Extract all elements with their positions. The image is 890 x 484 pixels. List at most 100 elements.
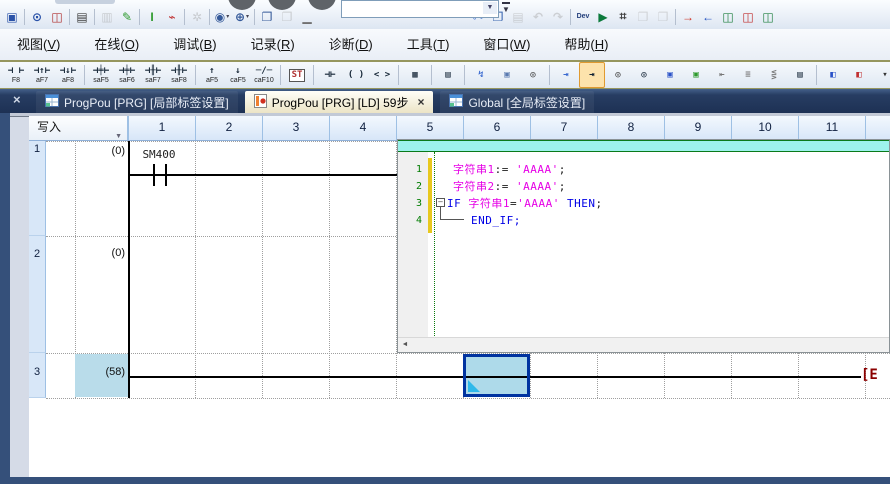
dropdown-arrow-icon[interactable]: ▾ [246,13,249,20]
column-header-11: 11 [798,116,865,140]
wrap-display-button[interactable]: ⇥ [553,62,579,88]
st-horizontal-scrollbar[interactable]: ◄ [398,337,889,352]
tab-global-labels[interactable]: Global [全局标签设置] [440,91,594,113]
quick-access-button[interactable]: ↯ [468,62,494,88]
pull-right-button[interactable]: ⇤ [709,62,735,88]
st-code-line[interactable]: 字符串2:= 'AAAA'; [453,178,566,195]
menu-item-t[interactable]: 工具(T) [390,29,467,60]
diff-device-icon[interactable]: ◫ [738,7,758,26]
window-zoom-icon[interactable]: ❐ [257,7,277,26]
read-from-plc-icon[interactable]: ← [698,7,718,26]
gx-works-window: ▣⊙◫▤▥✎I⌁✲◉▾⊕▾❐❐▁ ▼ ▼ ✂❐▤↶↷Dev▶⌗❐❐→←◫◫◫ 视… [0,0,890,484]
find-hex-icon[interactable]: ⌗ [613,7,633,26]
dropdown-arrow-icon[interactable]: ▾ [226,13,229,20]
rung-number[interactable]: 3 [29,353,46,398]
menu-item-d[interactable]: 诊断(D) [312,29,390,60]
rung-number[interactable]: 2 [29,236,46,353]
monitor-eye-icon[interactable]: ◉▾ [212,7,232,26]
wrap-display-edit-button[interactable]: ⇥ [579,62,605,88]
inline-st-editor[interactable]: 1字符串1:= 'AAAA';2字符串2:= 'AAAA';3–IF 字符串1=… [397,139,890,353]
program-convert-all-button[interactable]: ◧ [846,62,872,88]
clipped-icon-fragment [55,0,115,4]
docked-window-edge[interactable] [0,113,10,484]
io-wave-icon[interactable]: ⌁ [162,7,182,26]
device-zoom-icon[interactable]: ⊕▾ [232,7,252,26]
combo-dropdown-icon[interactable]: ▼ [483,2,497,14]
edit-statement-button[interactable]: ▤ [435,62,461,88]
st-code-line[interactable]: END_IF; [471,212,521,229]
edit-compare-button[interactable]: < > [369,62,395,88]
branch-falling-button[interactable]: ⊣╫⊢saF8 [166,62,192,88]
tab-local-labels[interactable]: ProgPou [PRG] [局部标签设置] [36,91,238,113]
grid-line-vertical [195,141,196,398]
ibeam-edit-icon[interactable]: I [142,7,162,26]
rung1-wire[interactable] [128,174,397,176]
scroll-left-icon[interactable]: ◄ [398,338,412,351]
monitor-search-edit-button[interactable]: ◎ [631,62,657,88]
vline-down-button[interactable]: ↓caF5 [225,62,251,88]
toolbar-combobox[interactable]: ▼ [341,0,499,18]
monitor-gauge-icon[interactable]: ◫ [47,7,67,26]
edit-coil-button[interactable]: ( ) [343,62,369,88]
fold-bracket-vertical [440,207,441,219]
menu-item-v[interactable]: 视图(V) [0,29,77,60]
st-code-line[interactable]: 字符串1:= 'AAAA'; [453,161,566,178]
tab-close-icon[interactable]: × [417,95,424,109]
dev-window-icon[interactable]: ▣ [2,7,22,26]
menu-item-r[interactable]: 记录(R) [234,29,312,60]
contact-open-button[interactable]: ⊣ ⊢F8 [3,62,29,88]
menu-item-o[interactable]: 在线(O) [77,29,156,60]
watch-find-icon[interactable]: ⊙ [27,7,47,26]
edit-comment-grid-button-glyph: ▦ [412,70,417,81]
sort-list-button[interactable]: ⋚ [761,62,787,88]
branch-rising-button[interactable]: ⊣╫⊢saF7 [140,62,166,88]
left-power-rail [128,141,130,398]
monitor-search-button[interactable]: ◎ [605,62,631,88]
branch-rising-button-glyph: ⊣╫⊢ [145,66,161,77]
toolbar-separator [570,9,571,25]
contact-falling-button[interactable]: ⊣↓⊢aF8 [55,62,81,88]
mode-selector[interactable]: 写入 ▼ [29,116,128,140]
toolbar-more-button[interactable]: ▾ [872,62,890,88]
program-convert-button[interactable]: ◧ [820,62,846,88]
bottom-dock-edge[interactable] [10,477,890,484]
selected-cell-wire [466,376,527,378]
menu-item-w[interactable]: 窗口(W) [466,29,547,60]
device-batch-blue-button[interactable]: ▣ [657,62,683,88]
edit-contact-button[interactable]: ⊣⊢ [317,62,343,88]
duplicate-doc-button[interactable]: ▣ [494,62,520,88]
rung-number[interactable]: 1 [29,141,46,236]
menu-item-h[interactable]: 帮助(H) [547,29,625,60]
minimize-icon[interactable]: ▁ [297,7,317,26]
edit-comment-grid-button[interactable]: ▦ [402,62,428,88]
write-to-plc-icon[interactable]: → [678,7,698,26]
align-list-button[interactable]: ≡ [735,62,761,88]
menu-item-b[interactable]: 调试(B) [156,29,233,60]
search-doc-button[interactable]: ◎ [520,62,546,88]
contact-rising-button[interactable]: ⊣↑⊢aF7 [29,62,55,88]
find-device-icon[interactable]: Dev [573,7,593,26]
branch-open-button[interactable]: ⊣╪⊢saF5 [88,62,114,88]
insert-st-box-button[interactable]: ST [284,62,310,88]
monitor-write-icon[interactable]: ◫ [758,7,778,26]
fold-collapse-icon[interactable]: – [436,198,445,207]
st-modified-lines-bar [428,158,432,233]
find-terminal-icon[interactable]: ▶ [593,7,613,26]
st-code-line[interactable]: IF 字符串1='AAAA' THEN; [447,195,603,212]
delete-line-button[interactable]: ─/─caF10 [251,62,277,88]
device-batch-green-button[interactable]: ▣ [683,62,709,88]
doc-back-icon: ❐ [633,7,653,26]
st-code-segment [560,197,567,210]
toolbar-more-button-glyph: ▾ [882,70,887,81]
selected-cell[interactable] [463,354,530,397]
button-caption: aF5 [206,77,218,85]
tabbar-close-icon[interactable]: × [13,92,21,107]
branch-close-button[interactable]: ⊣╪⊢saF6 [114,62,140,88]
device-edit-icon[interactable]: ✎ [117,7,137,26]
statement-list-button[interactable]: ▤ [787,62,813,88]
vline-up-button[interactable]: ↑aF5 [199,62,225,88]
tab-ld-program[interactable]: ProgPou [PRG] [LD] 59步× [245,91,434,113]
checklist-icon[interactable]: ▤ [72,7,92,26]
st-box-header[interactable] [398,140,889,152]
verify-device-icon[interactable]: ◫ [718,7,738,26]
